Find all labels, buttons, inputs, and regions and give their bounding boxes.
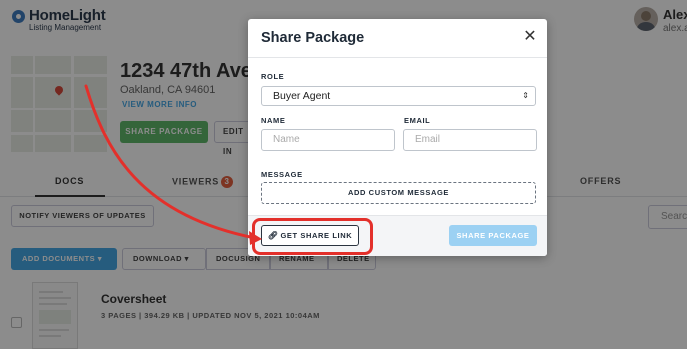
modal-header: Share Package ✕ — [248, 19, 547, 58]
name-label: NAME — [261, 116, 286, 125]
modal-title: Share Package — [261, 30, 365, 46]
role-select[interactable]: Buyer Agent ⇕ — [261, 86, 536, 106]
share-package-submit-button[interactable]: SHARE PACKAGE — [449, 225, 537, 246]
message-label: MESSAGE — [261, 170, 303, 179]
add-custom-message-button[interactable]: ADD CUSTOM MESSAGE — [261, 182, 536, 204]
email-input[interactable]: Email — [403, 129, 537, 151]
role-select-value: Buyer Agent — [273, 90, 331, 102]
role-label: ROLE — [261, 72, 285, 81]
email-label: EMAIL — [404, 116, 431, 125]
annotation-highlight-box — [252, 218, 373, 255]
close-icon[interactable]: ✕ — [523, 29, 537, 45]
name-input[interactable]: Name — [261, 129, 395, 151]
select-arrows-icon: ⇕ — [522, 91, 529, 100]
